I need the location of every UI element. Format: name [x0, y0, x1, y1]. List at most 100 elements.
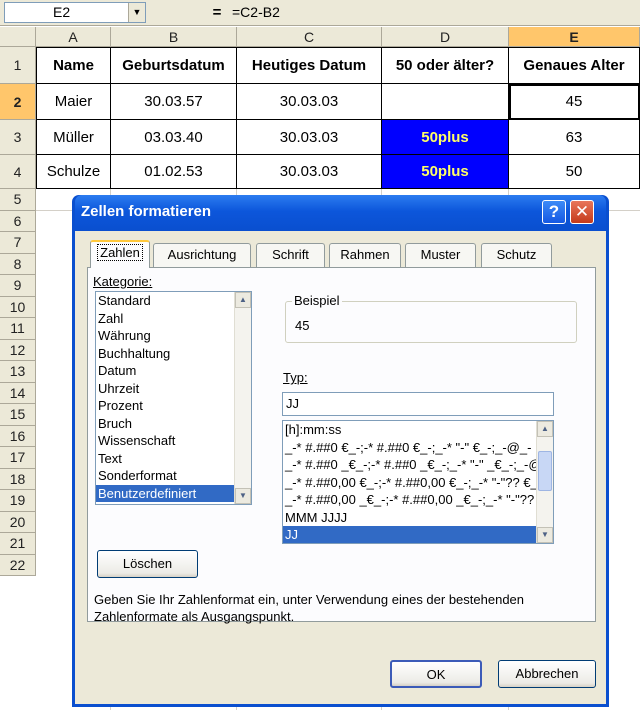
cell-d4[interactable]: 50plus	[382, 155, 509, 189]
scroll-thumb[interactable]	[538, 451, 552, 491]
tab-rahmen[interactable]: Rahmen	[329, 243, 401, 267]
format-cells-dialog: Zellen formatieren ? ✕ Zahlen Ausrichtun…	[72, 195, 609, 707]
row-header-14[interactable]: 14	[0, 382, 36, 404]
column-header-e[interactable]: E	[509, 27, 640, 47]
list-item-format[interactable]: [h]:mm:ss	[283, 421, 553, 439]
row-header-18[interactable]: 18	[0, 468, 36, 490]
example-label: Beispiel	[292, 293, 342, 308]
cell-a2[interactable]: Maier	[36, 84, 111, 120]
row-header-2[interactable]: 2	[0, 84, 36, 120]
name-box[interactable]: E2 ▼	[4, 2, 146, 23]
row-header-9[interactable]: 9	[0, 275, 36, 297]
row-header-8[interactable]: 8	[0, 253, 36, 275]
cancel-button[interactable]: Abbrechen	[498, 660, 596, 688]
tab-schutz[interactable]: Schutz	[481, 243, 552, 267]
list-item-category[interactable]: Datum	[96, 362, 251, 380]
row-header-10[interactable]: 10	[0, 296, 36, 318]
list-item-format[interactable]: MMM JJJJ	[283, 509, 553, 527]
format-list-scrollbar[interactable]: ▲ ▼	[536, 421, 553, 543]
list-item-category[interactable]: Bruch	[96, 415, 251, 433]
list-item-category[interactable]: Standard	[96, 292, 251, 310]
cell-c3[interactable]: 30.03.03	[237, 120, 382, 155]
tab-ausrichtung[interactable]: Ausrichtung	[153, 243, 251, 267]
formula-input[interactable]: =C2-B2	[230, 2, 636, 23]
tab-muster[interactable]: Muster	[405, 243, 476, 267]
row-header-16[interactable]: 16	[0, 425, 36, 447]
cell-b4[interactable]: 01.02.53	[111, 155, 237, 189]
row-header-13[interactable]: 13	[0, 361, 36, 383]
list-item-category[interactable]: Buchhaltung	[96, 345, 251, 363]
hint-text: Geben Sie Ihr Zahlenformat ein, unter Ve…	[94, 592, 525, 624]
cell-e3[interactable]: 63	[509, 120, 640, 155]
select-all-corner[interactable]	[0, 27, 36, 47]
cell-c2[interactable]: 30.03.03	[237, 84, 382, 120]
category-label: Kategorie:	[93, 274, 153, 289]
list-item-category[interactable]: Währung	[96, 327, 251, 345]
list-item-format[interactable]: _-* #.##0 _€_-;-* #.##0 _€_-;_-* "-" _€_…	[283, 456, 553, 474]
cell-a4[interactable]: Schulze	[36, 155, 111, 189]
cell-e1[interactable]: Genaues Alter	[509, 47, 640, 84]
delete-button[interactable]: Löschen	[97, 550, 198, 578]
row-header-6[interactable]: 6	[0, 210, 36, 232]
scroll-down-icon[interactable]: ▼	[235, 488, 251, 504]
list-item-category[interactable]: Sonderformat	[96, 467, 251, 485]
category-list[interactable]: Standard Zahl Währung Buchhaltung Datum …	[95, 291, 252, 505]
zahlen-tab-panel: Kategorie: Standard Zahl Währung Buchhal…	[87, 267, 596, 624]
formula-bar: E2 ▼ = =C2-B2	[0, 0, 640, 26]
scroll-up-icon[interactable]: ▲	[537, 421, 553, 437]
cell-a1[interactable]: Name	[36, 47, 111, 84]
list-item-format[interactable]: _-* #.##0 €_-;-* #.##0 €_-;_-* "-" €_-;_…	[283, 439, 553, 457]
row-header-1[interactable]: 1	[0, 47, 36, 84]
row-header-22[interactable]: 22	[0, 554, 36, 576]
cell-b1[interactable]: Geburtsdatum	[111, 47, 237, 84]
cell-e4[interactable]: 50	[509, 155, 640, 189]
row-header-5[interactable]: 5	[0, 189, 36, 211]
dialog-body: Zahlen Ausrichtung Schrift Rahmen Muster…	[75, 231, 606, 704]
cell-d2[interactable]	[382, 84, 509, 120]
row-header-19[interactable]: 19	[0, 490, 36, 512]
column-header-b[interactable]: B	[111, 27, 237, 47]
list-item-format-selected[interactable]: JJ	[283, 526, 553, 543]
row-header-15[interactable]: 15	[0, 404, 36, 426]
help-button[interactable]: ?	[542, 200, 566, 224]
cell-b3[interactable]: 03.03.40	[111, 120, 237, 155]
list-item-format[interactable]: _-* #.##0,00 _€_-;-* #.##0,00 _€_-;_-* "…	[283, 491, 553, 509]
ok-button[interactable]: OK	[390, 660, 482, 688]
cell-e2[interactable]: 45	[509, 84, 640, 120]
tab-zahlen[interactable]: Zahlen	[90, 240, 150, 268]
column-header-d[interactable]: D	[382, 27, 509, 47]
row-header-7[interactable]: 7	[0, 232, 36, 254]
row-header-4[interactable]: 4	[0, 155, 36, 189]
cell-a3[interactable]: Müller	[36, 120, 111, 155]
dropdown-arrow-icon[interactable]: ▼	[128, 3, 145, 22]
close-button[interactable]: ✕	[570, 200, 594, 224]
row-header-21[interactable]: 21	[0, 533, 36, 555]
list-item-category[interactable]: Zahl	[96, 310, 251, 328]
list-item-category[interactable]: Prozent	[96, 397, 251, 415]
list-item-format[interactable]: _-* #.##0,00 €_-;-* #.##0,00 €_-;_-* "-"…	[283, 474, 553, 492]
list-item-category[interactable]: Uhrzeit	[96, 380, 251, 398]
column-header-c[interactable]: C	[237, 27, 382, 47]
column-header-a[interactable]: A	[36, 27, 111, 47]
category-list-scrollbar[interactable]: ▲ ▼	[234, 292, 251, 504]
formula-equals-sign: =	[212, 4, 222, 21]
cell-d3[interactable]: 50plus	[382, 120, 509, 155]
cell-b2[interactable]: 30.03.57	[111, 84, 237, 120]
list-item-category[interactable]: Wissenschaft	[96, 432, 251, 450]
list-item-category-selected[interactable]: Benutzerdefiniert	[96, 484, 251, 502]
cell-d1[interactable]: 50 oder älter?	[382, 47, 509, 84]
list-item-category[interactable]: Text	[96, 450, 251, 468]
cell-c1[interactable]: Heutiges Datum	[237, 47, 382, 84]
scroll-up-icon[interactable]: ▲	[235, 292, 251, 308]
tab-schrift[interactable]: Schrift	[256, 243, 325, 267]
row-header-20[interactable]: 20	[0, 511, 36, 533]
row-header-12[interactable]: 12	[0, 339, 36, 361]
cell-c4[interactable]: 30.03.03	[237, 155, 382, 189]
row-header-11[interactable]: 11	[0, 318, 36, 340]
scroll-down-icon[interactable]: ▼	[537, 527, 553, 543]
type-input[interactable]: JJ	[282, 392, 554, 416]
dialog-title-bar[interactable]: Zellen formatieren ? ✕	[75, 195, 606, 231]
row-header-17[interactable]: 17	[0, 447, 36, 469]
format-list[interactable]: [h]:mm:ss _-* #.##0 €_-;-* #.##0 €_-;_-*…	[282, 420, 554, 544]
row-header-3[interactable]: 3	[0, 120, 36, 155]
